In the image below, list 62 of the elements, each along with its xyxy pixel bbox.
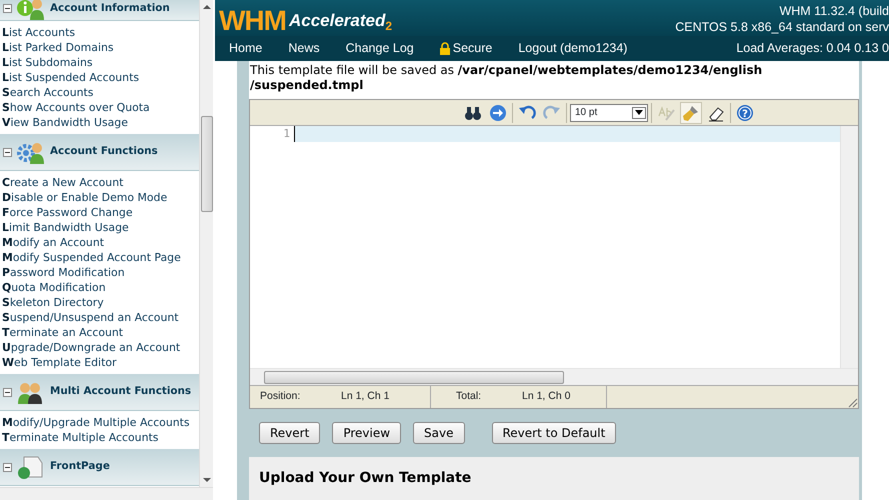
nav-link[interactable]: Home [229,39,262,58]
sidebar-link[interactable]: Skeleton Directory [2,295,199,310]
sidebar-link[interactable]: Password Modification [2,265,199,280]
sidebar-link[interactable]: Show Accounts over Quota [2,100,199,115]
section-heading: Upload Your Own Template [259,470,472,487]
status-label: Total: [456,389,482,404]
font-size-select[interactable]: 10 pt [570,104,648,122]
info-person-icon [16,0,46,21]
status-value: Ln 1, Ch 0 [522,389,570,404]
sidebar-link[interactable]: Force Password Change [2,205,199,220]
sidebar-link[interactable]: List Suspended Accounts [2,70,199,85]
vertical-scrollbar[interactable] [840,126,858,368]
nav-link[interactable]: Change Log [346,39,414,58]
sidebar-link[interactable]: Modify an Account [2,235,199,250]
sidebar-link[interactable]: Modify/Upgrade Multiple Accounts [2,415,199,430]
dropdown-icon [635,110,643,116]
scrollbar-thumb[interactable] [200,116,212,212]
os-text: CENTOS 5.8 x86_64 standard on serv [675,19,889,35]
collapse-toggle[interactable] [3,388,12,396]
action-button[interactable]: Revert to Default [492,422,616,444]
sidebar-link[interactable]: List Subdomains [2,55,199,70]
sidebar-link[interactable]: Search Accounts [2,85,199,100]
sidebar-link[interactable]: Suspend/Unsuspend an Account [2,310,199,325]
sidebar-link[interactable]: Disable or Enable Demo Mode [2,190,199,205]
nav-link[interactable]: News [288,39,320,58]
line-number: 1 [282,126,291,142]
collapse-toggle[interactable] [3,148,12,156]
sidebar-link[interactable]: Terminate an Account [2,325,199,340]
sidebar-link[interactable]: Limit Bandwidth Usage [2,220,199,235]
vertical-scrollbar[interactable] [199,0,213,487]
sidebar-link[interactable]: Create a New Account [2,175,199,190]
action-button[interactable]: Preview [332,422,402,444]
horizontal-scrollbar[interactable] [0,487,213,500]
section-header[interactable]: Multi Account Functions [0,374,199,411]
sidebar-link[interactable]: Web Template Editor [2,355,199,370]
section-header[interactable]: Account Functions [0,134,199,171]
load-averages-text: Load Averages: 0.04 0.13 0 [736,40,889,58]
resize-grip-icon[interactable] [848,398,858,408]
action-button[interactable]: Save [413,422,464,444]
sidebar-link[interactable]: Upgrade/Downgrade an Account [2,340,199,355]
section-header[interactable]: FrontPage [0,449,199,486]
section-header[interactable]: Account Information [0,0,199,21]
collapse-toggle[interactable] [3,4,12,13]
horizontal-scrollbar[interactable] [250,368,858,386]
sidebar-link[interactable]: Modify Suspended Account Page [2,250,199,265]
sidebar-link[interactable]: List Parked Domains [2,40,199,55]
save-path-text: This template file will be saved as /var/cpanel/webtemplates/demo1234/english /suspended.tmpl [249,61,859,100]
status-label: Position: [260,389,302,404]
version-text: WHM 11.32.4 (build [778,3,889,19]
sidebar-link[interactable]: List Accounts [2,25,199,40]
status-value: Ln 1, Ch 1 [341,389,390,404]
scroll-down-icon[interactable] [202,477,210,483]
sidebar-link[interactable]: View Bandwidth Usage [2,115,199,130]
action-button[interactable]: Revert [259,422,320,444]
sidebar-link[interactable]: Quota Modification [2,280,199,295]
sidebar-link[interactable]: Terminate Multiple Accounts [2,430,199,445]
scroll-up-icon[interactable] [202,4,210,10]
lock-icon [440,42,450,56]
collapse-toggle[interactable] [3,462,12,472]
nav-link[interactable]: Logout (demo1234) [518,39,628,58]
code-editor[interactable]: 10 pt ? 1 Position: Ln 1, Ch 1 Total: Ln 1, Ch 0 [249,99,859,410]
nav-link[interactable]: Secure [440,39,492,58]
